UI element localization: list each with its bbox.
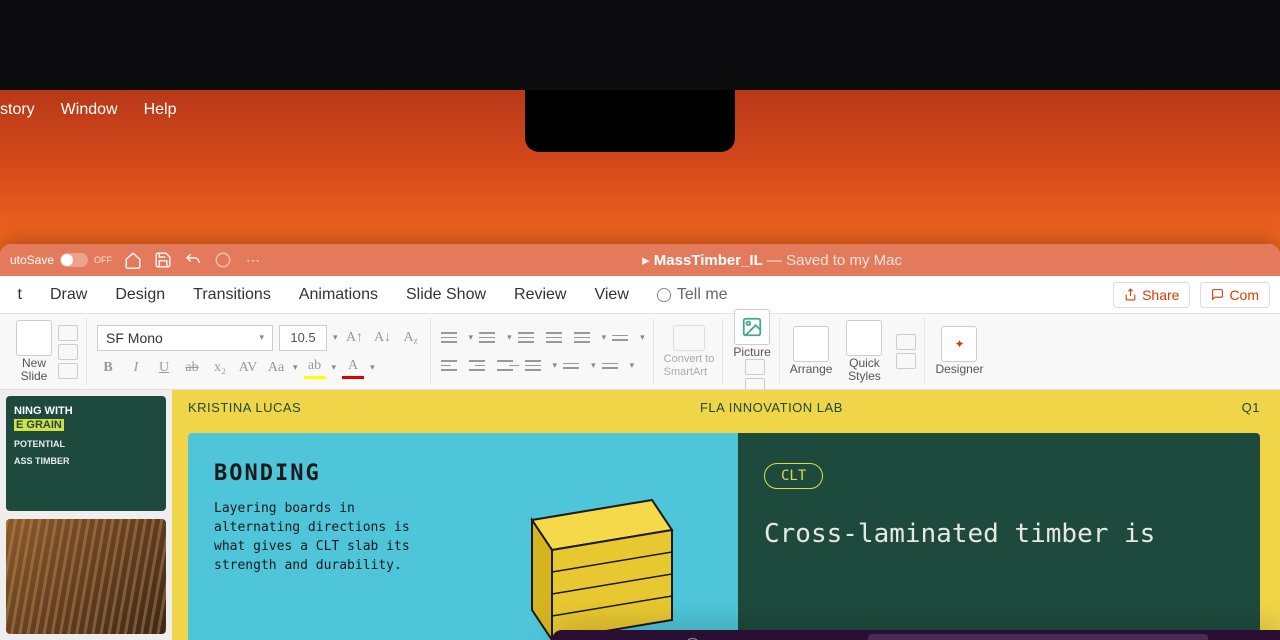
new-slide-icon [16,320,52,356]
decrease-indent-icon[interactable] [518,327,540,349]
change-case-button[interactable]: Aa [265,357,287,379]
columns-icon[interactable] [563,355,585,377]
toggle-off-icon[interactable] [60,253,88,267]
arrange-icon [793,326,829,362]
increase-font-icon[interactable]: A↑ [344,327,366,349]
autosave-toggle[interactable]: utoSave OFF [10,253,112,267]
numbering-icon[interactable] [479,327,501,349]
menu-item-help[interactable]: Help [144,101,177,119]
font-color-icon[interactable]: A [342,357,364,379]
slack-search-input[interactable]: Search FL Architects [868,634,1208,640]
save-icon[interactable] [154,251,172,269]
undo-icon[interactable] [184,251,202,269]
italic-button[interactable]: I [125,357,147,379]
designer-icon: ✦ [941,326,977,362]
tell-me-search[interactable]: Tell me [657,286,728,304]
tab-animations[interactable]: Animations [299,286,378,304]
slide-canvas[interactable]: KRISTINA LUCAS FLA INNOVATION LAB Q1 BON… [172,390,1280,640]
menu-item-history[interactable]: story [0,101,35,119]
tab-insert[interactable]: t [10,286,22,304]
bold-button[interactable]: B [97,357,119,379]
slide-lab: FLA INNOVATION LAB [700,400,843,415]
clear-format-icon[interactable]: Aᵪ [400,327,422,349]
quick-styles-icon [846,320,882,356]
shape-outline-icon[interactable] [896,353,916,369]
decrease-font-icon[interactable]: A↓ [372,327,394,349]
tab-view[interactable]: View [594,286,628,304]
ribbon-tabs: t Draw Design Transitions Animations Sli… [0,276,1280,314]
device-bezel-top [0,0,1280,90]
more-icon[interactable]: ⋯ [244,251,262,269]
tab-transitions[interactable]: Transitions [193,286,271,304]
tab-design[interactable]: Design [115,286,165,304]
home-icon[interactable] [124,251,142,269]
bullets-icon[interactable] [441,327,463,349]
back-icon[interactable]: ← [617,636,641,640]
bonding-body: Layering boards in alternating direction… [214,500,414,575]
quick-styles-button[interactable]: Quick Styles [846,320,882,383]
powerpoint-window: utoSave OFF ⋯ ▸ MassTimber_IL — Saved to… [0,244,1280,640]
justify-icon[interactable] [525,355,547,377]
desktop: story Window Help utoSave OFF ⋯ ▸ MassTi… [0,90,1280,640]
document-title: ▸ MassTimber_IL — Saved to my Mac [274,251,1270,269]
autosave-state: OFF [94,255,112,265]
slack-window: ← → Search FL Architects FL Architects⌄ … [552,630,1280,640]
slide-thumbnail-1[interactable]: NING WITH E GRAIN POTENTIAL ASS TIMBER [6,396,166,511]
doc-status: — Saved to my Mac [763,252,902,269]
picture-icon [734,309,770,345]
forward-icon[interactable]: → [649,636,673,640]
align-center-icon[interactable] [469,355,491,377]
slide-author: KRISTINA LUCAS [188,400,301,415]
slide-thumbnails: NING WITH E GRAIN POTENTIAL ASS TIMBER [0,390,172,640]
text-highlight-icon[interactable]: ab [304,357,326,379]
slide-right-panel: CLT Cross-laminated timber is [738,433,1260,640]
shapes-icon[interactable] [745,359,765,375]
slide-workspace: NING WITH E GRAIN POTENTIAL ASS TIMBER K… [0,390,1280,640]
clt-badge: CLT [764,463,823,489]
layout-icon[interactable] [58,325,78,341]
ribbon-toolbar: New Slide SF Mono▾ 10.5▾ A↑ A↓ Aᵪ [0,314,1280,390]
convert-smartart-button[interactable]: Convert to SmartArt [664,325,715,377]
slide-header: KRISTINA LUCAS FLA INNOVATION LAB Q1 [188,400,1260,415]
share-button[interactable]: Share [1113,282,1190,308]
redo-icon[interactable] [214,251,232,269]
display-notch [525,90,735,152]
new-slide-button[interactable]: New Slide [16,320,52,383]
designer-button[interactable]: ✦Designer [935,326,983,376]
align-right-icon[interactable] [497,355,519,377]
smartart-icon [673,325,705,351]
line-spacing-icon[interactable] [574,327,596,349]
doc-name: MassTimber_IL [654,252,763,269]
subscript-button[interactable]: x₂ [209,357,231,379]
strike-button[interactable]: ab [181,357,203,379]
comments-button[interactable]: Com [1200,282,1270,308]
slack-titlebar: ← → Search FL Architects [552,630,1280,640]
tab-draw[interactable]: Draw [50,286,87,304]
align-left-icon[interactable] [441,355,463,377]
slide-thumbnail-2[interactable] [6,519,166,634]
powerpoint-titlebar: utoSave OFF ⋯ ▸ MassTimber_IL — Saved to… [0,244,1280,276]
font-name-select[interactable]: SF Mono▾ [97,325,273,351]
underline-button[interactable]: U [153,357,175,379]
autosave-label: utoSave [10,253,54,267]
clt-heading: Cross-laminated timber is [764,517,1234,552]
timber-cube-illustration [472,480,712,640]
font-size-select[interactable]: 10.5 [279,325,327,351]
align-text-icon[interactable] [602,355,624,377]
reset-icon[interactable] [58,344,78,360]
section-icon[interactable] [58,363,78,379]
tab-review[interactable]: Review [514,286,566,304]
tab-slideshow[interactable]: Slide Show [406,286,486,304]
shape-fill-icon[interactable] [896,334,916,350]
picture-button[interactable]: Picture [733,309,770,359]
slide-quarter: Q1 [1242,400,1260,415]
bulb-icon [657,288,671,302]
menu-item-window[interactable]: Window [61,101,118,119]
increase-indent-icon[interactable] [546,327,568,349]
text-direction-icon[interactable] [612,327,634,349]
highlight-button[interactable]: AV [237,357,259,379]
arrange-button[interactable]: Arrange [790,326,833,376]
